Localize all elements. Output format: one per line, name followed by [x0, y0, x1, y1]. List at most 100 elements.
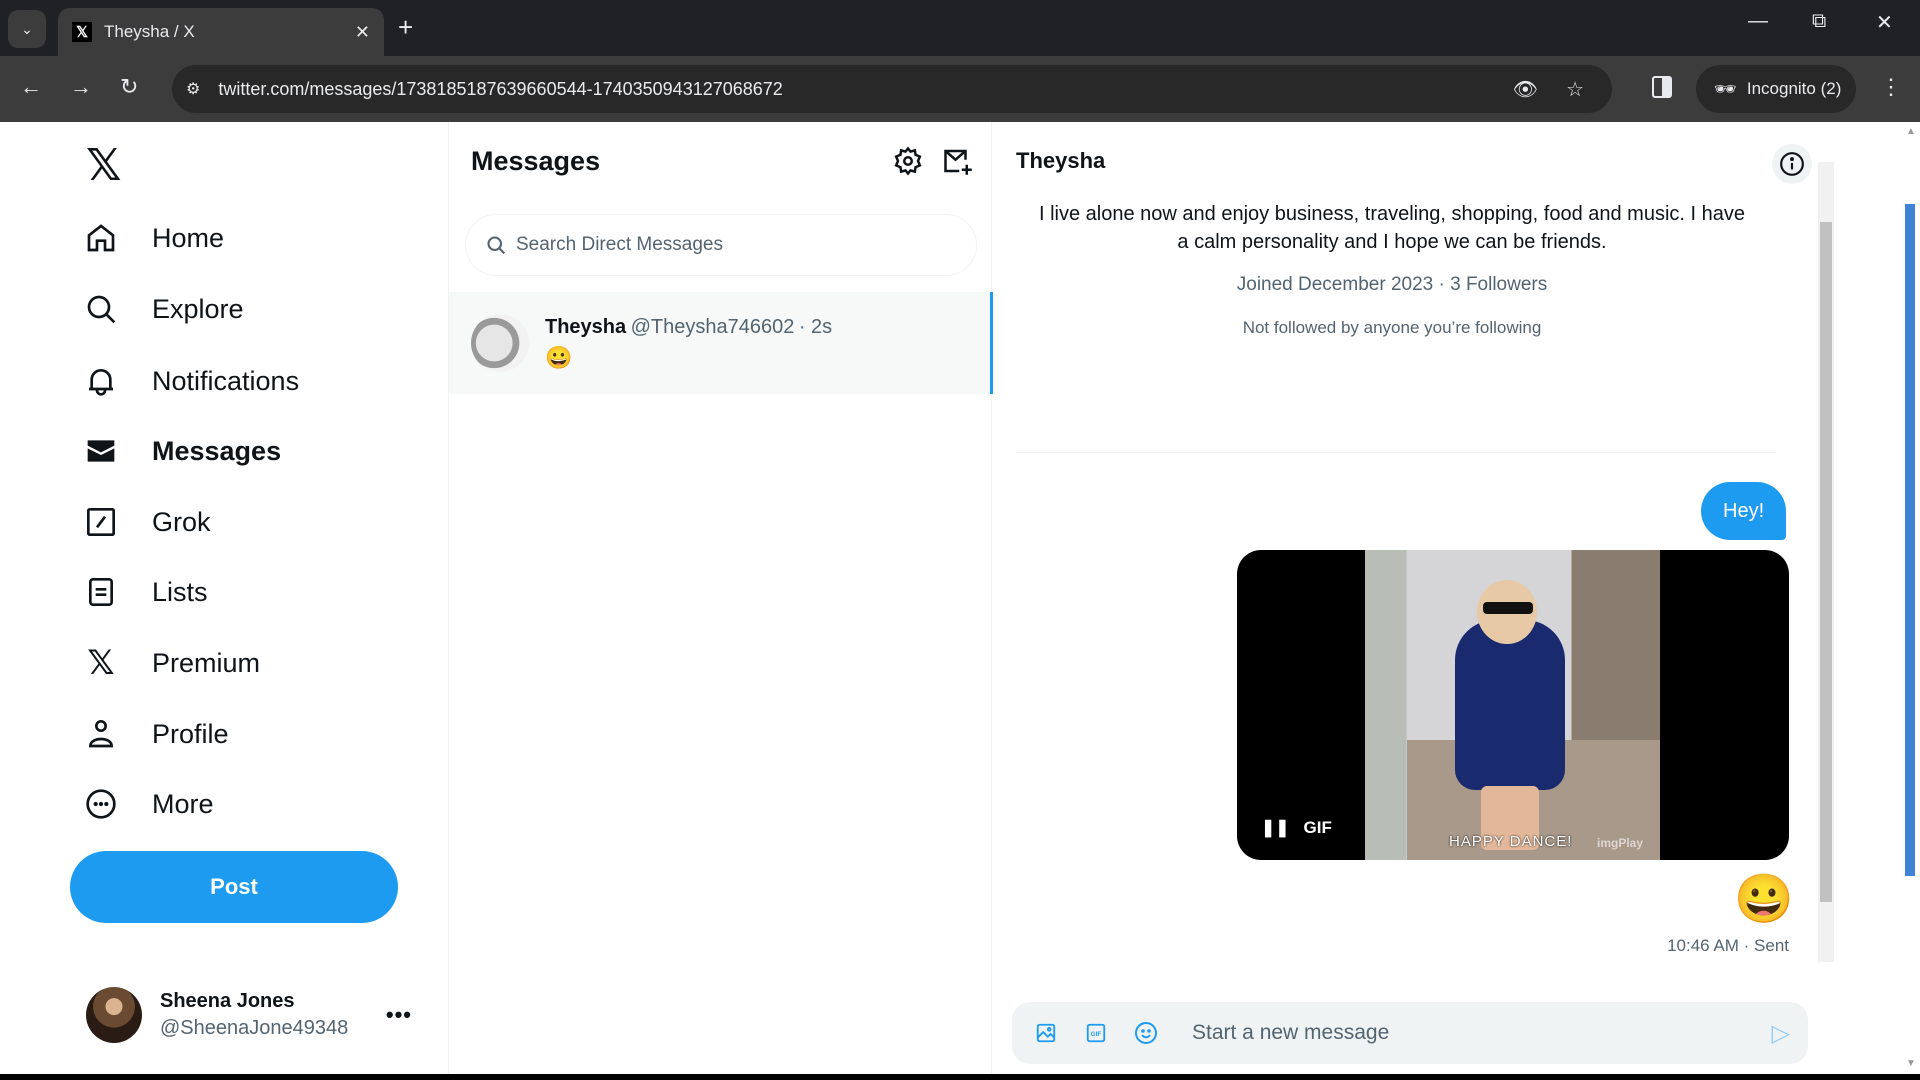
browser-tab[interactable]: 𝕏 Theysha / X ✕ [58, 8, 384, 56]
more-dots-icon[interactable]: ••• [386, 1002, 412, 1028]
conversation-time: · 2s [798, 315, 833, 338]
scroll-up-icon[interactable]: ▲ [1906, 126, 1916, 137]
minimize-button[interactable]: — [1748, 10, 1768, 33]
emoji-message[interactable]: 😀 [1734, 870, 1794, 927]
list-icon [84, 575, 118, 609]
profile-not-followed: Not followed by anyone you’re following [1242, 318, 1542, 337]
search-input[interactable] [516, 234, 976, 256]
nav-label: Lists [152, 576, 208, 607]
search-icon [487, 236, 506, 255]
nav-item-lists[interactable]: Lists [84, 564, 208, 620]
messages-panel: Messages Theysha @Theysha746602 · 2s 😀 [448, 122, 993, 1074]
x-app: 𝕏 Home Explore Notifications Messages Gr… [0, 122, 1920, 1074]
info-icon [1780, 152, 1804, 176]
home-icon [84, 221, 118, 255]
account-handle: @SheenaJone49348 [160, 1017, 349, 1039]
avatar [86, 987, 142, 1043]
bell-icon [84, 364, 118, 398]
nav-item-more[interactable]: More [84, 776, 214, 832]
chevron-down-icon: ⌄ [21, 20, 33, 37]
new-message-icon [944, 149, 972, 175]
profile-joined: Joined December 2023 · 3 Followers [1236, 274, 1548, 295]
post-button[interactable]: Post [70, 851, 398, 923]
message-bubble[interactable]: Hey! [1701, 482, 1787, 540]
conversation-info-button[interactable] [1772, 144, 1812, 184]
nav-item-notifications[interactable]: Notifications [84, 353, 299, 409]
nav-item-messages[interactable]: Messages [84, 423, 281, 479]
incognito-label: Incognito (2) [1746, 79, 1842, 98]
nav-item-profile[interactable]: Profile [84, 706, 229, 762]
reload-icon: ↻ [120, 74, 139, 99]
window-close-button[interactable]: ✕ [1876, 10, 1893, 35]
nav-label: Premium [152, 647, 261, 678]
eye-off-icon[interactable]: 👁 [1513, 77, 1538, 102]
conversation-avatar [471, 314, 529, 372]
message-input[interactable] [1192, 1021, 1772, 1045]
url-text[interactable]: twitter.com/messages/1738185187639660544… [218, 79, 1512, 100]
page-scrollbar-thumb[interactable] [1905, 204, 1915, 876]
x-icon: 𝕏 [87, 643, 115, 683]
conversation-handle: @Theysha746602 [630, 315, 795, 338]
send-icon[interactable]: ▷ [1772, 1019, 1790, 1048]
pause-icon: ❚❚ [1261, 818, 1290, 837]
tab-title: Theysha / X [104, 22, 195, 41]
message-status: 10:46 AM · Sent [1667, 936, 1789, 955]
nav-item-grok[interactable]: Grok [84, 494, 211, 550]
page-scrollbar[interactable]: ▲ ▼ [1902, 122, 1920, 1074]
new-tab-button[interactable]: + [398, 12, 413, 43]
scroll-down-icon[interactable]: ▼ [1906, 1058, 1916, 1069]
gif-frame: HAPPY DANCE! imgPlay [1365, 550, 1660, 860]
gear-icon [894, 146, 922, 176]
tab-search-button[interactable]: ⌄ [8, 10, 46, 48]
conversation-item[interactable]: Theysha @Theysha746602 · 2s 😀 [449, 292, 993, 394]
nav-label: Profile [152, 718, 229, 749]
conversation-scrollbar[interactable] [1818, 162, 1834, 962]
gif-message[interactable]: HAPPY DANCE! imgPlay ❚❚ GIF [1237, 550, 1789, 860]
image-icon[interactable] [1034, 1021, 1058, 1045]
new-message-button[interactable] [943, 146, 975, 178]
conversation-panel: Theysha I live alone now and enjoy busin… [992, 122, 1834, 1074]
tab-strip: ⌄ 𝕏 Theysha / X ✕ + — ⧉ ✕ [0, 0, 1920, 56]
svg-text:GIF: GIF [1091, 1031, 1102, 1038]
browser-chrome: ⌄ 𝕏 Theysha / X ✕ + — ⧉ ✕ ← → ↻ ⚙ twitte… [0, 0, 1920, 122]
nav-item-premium[interactable]: 𝕏 Premium [84, 635, 260, 691]
nav-label: Home [152, 222, 225, 253]
more-circle-icon [84, 787, 118, 821]
forward-button[interactable]: → [70, 74, 92, 100]
address-bar[interactable]: ⚙ twitter.com/messages/17381851876396605… [172, 65, 1612, 113]
tab-close-icon[interactable]: ✕ [355, 22, 370, 43]
person-icon [84, 717, 118, 751]
arrow-right-icon: → [70, 74, 92, 99]
conversation-title: Theysha [1016, 148, 1106, 173]
gif-caption: HAPPY DANCE! [1449, 833, 1573, 850]
arrow-left-icon: ← [20, 74, 42, 99]
conversation-preview: 😀 [545, 344, 573, 370]
browser-menu-icon[interactable]: ⋮ [1880, 74, 1902, 100]
side-panel-icon[interactable] [1652, 76, 1672, 98]
gif-icon[interactable]: GIF [1084, 1021, 1108, 1045]
account-switcher[interactable]: Sheena Jones @SheenaJone49348 ••• [86, 980, 426, 1050]
scrollbar-thumb[interactable] [1820, 222, 1832, 902]
star-icon[interactable]: ☆ [1566, 77, 1584, 102]
nav-item-explore[interactable]: Explore [84, 281, 244, 337]
nav-label: Grok [152, 506, 211, 537]
incognito-badge[interactable]: 🕶 Incognito (2) [1696, 65, 1856, 113]
grok-icon [84, 505, 118, 539]
nav-item-home[interactable]: Home [84, 210, 224, 266]
nav-label: Notifications [152, 365, 300, 396]
restore-button[interactable]: ⧉ [1812, 10, 1826, 33]
conversation-name: Theysha [545, 315, 627, 338]
x-logo-icon[interactable]: 𝕏 [86, 140, 121, 191]
reload-button[interactable]: ↻ [120, 74, 138, 100]
emoji-icon[interactable] [1134, 1021, 1158, 1045]
x-favicon-icon: 𝕏 [72, 22, 92, 42]
browser-toolbar: ← → ↻ ⚙ twitter.com/messages/17381851876… [0, 56, 1920, 122]
search-dm[interactable] [465, 214, 977, 276]
bottom-edge [0, 1074, 1920, 1080]
settings-button[interactable] [893, 146, 925, 178]
incognito-icon: 🕶 [1714, 78, 1737, 99]
site-info-icon[interactable]: ⚙ [186, 79, 200, 99]
gif-pause-button[interactable]: ❚❚ GIF [1261, 818, 1332, 838]
left-nav: 𝕏 Home Explore Notifications Messages Gr… [70, 122, 450, 1074]
back-button[interactable]: ← [20, 74, 42, 100]
